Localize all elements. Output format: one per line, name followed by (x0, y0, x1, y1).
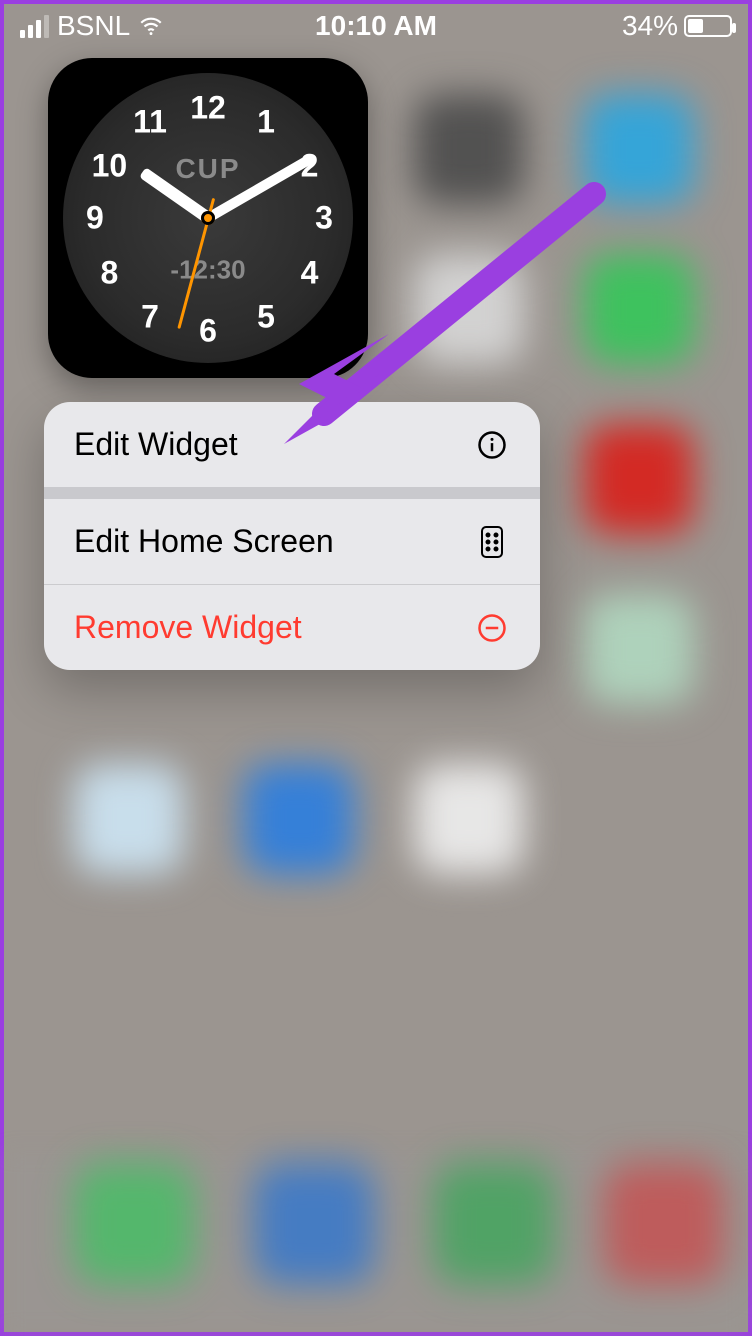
remove-minus-icon (474, 613, 510, 643)
clock-number: 6 (188, 313, 228, 350)
remove-widget-label: Remove Widget (74, 609, 302, 646)
edit-widget-item[interactable]: Edit Widget (44, 402, 540, 487)
edit-home-screen-item[interactable]: Edit Home Screen (44, 499, 540, 584)
clock-offset-label: -12:30 (170, 255, 245, 286)
dock-background (4, 1152, 748, 1332)
edit-home-screen-label: Edit Home Screen (74, 523, 334, 560)
battery-icon (684, 15, 732, 37)
clock-widget[interactable]: CUP -12:30 12 1 2 3 4 5 6 7 8 9 10 11 (48, 58, 368, 378)
status-bar: BSNL 10:10 AM 34% (4, 4, 748, 48)
info-icon (474, 430, 510, 460)
edit-widget-label: Edit Widget (74, 426, 238, 463)
menu-separator (44, 487, 540, 499)
clock-number: 5 (246, 298, 286, 335)
widget-context-menu: Edit Widget Edit Home Screen Remove Wid (44, 402, 540, 670)
remove-widget-item[interactable]: Remove Widget (44, 585, 540, 670)
clock-face: CUP -12:30 12 1 2 3 4 5 6 7 8 9 10 11 (63, 73, 353, 363)
clock-number: 10 (89, 147, 129, 184)
iphone-home-screen: BSNL 10:10 AM 34% CUP -12:30 12 1 2 3 4 … (0, 0, 752, 1336)
clock-number: 12 (188, 89, 228, 126)
clock-number: 1 (246, 104, 286, 141)
clock-center-pin (201, 211, 215, 225)
clock-city-label: CUP (175, 153, 240, 185)
apps-grid-icon (474, 525, 510, 559)
clock-number: 7 (130, 298, 170, 335)
clock-number: 9 (75, 200, 115, 237)
clock-number: 11 (130, 104, 170, 141)
clock-number: 3 (304, 200, 344, 237)
clock-number: 8 (89, 255, 129, 292)
status-time: 10:10 AM (4, 10, 748, 42)
clock-number: 4 (290, 255, 330, 292)
